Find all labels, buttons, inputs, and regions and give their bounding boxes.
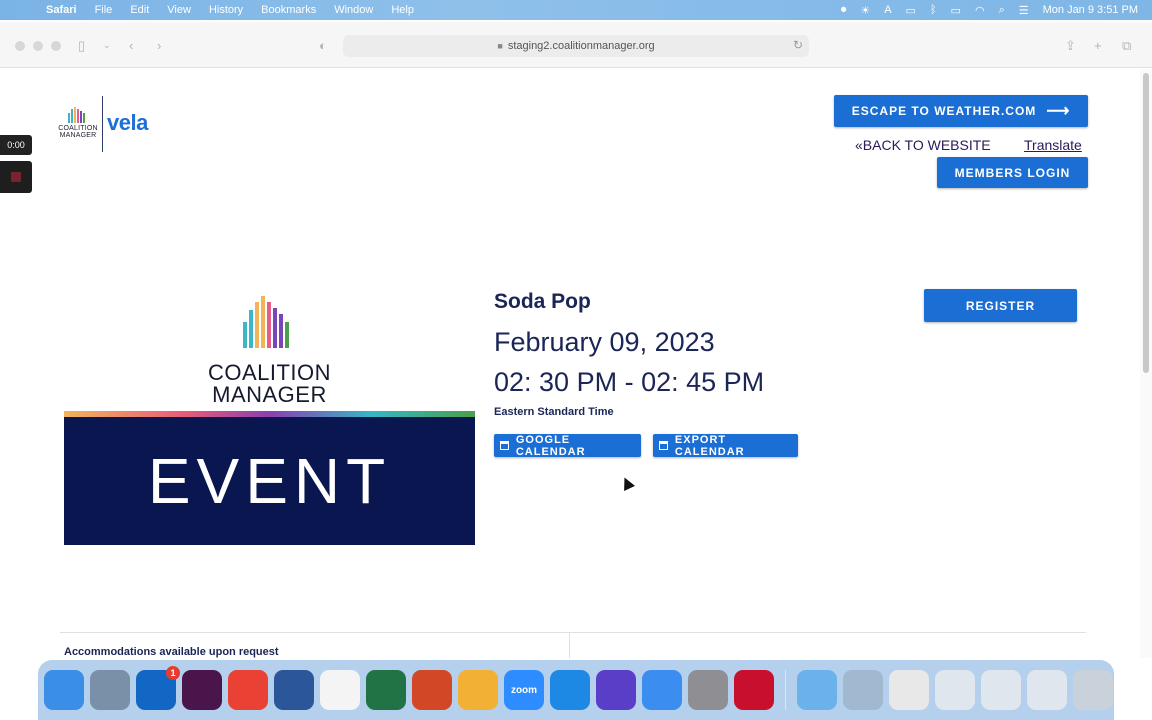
reload-icon[interactable]: ↻ xyxy=(793,38,803,52)
finder-icon[interactable] xyxy=(44,670,84,710)
launchpad-icon[interactable] xyxy=(90,670,130,710)
members-login-button[interactable]: MEMBERS LOGIN xyxy=(937,157,1088,188)
event-time: 02: 30 PM - 02: 45 PM xyxy=(494,367,765,397)
calendar-icon xyxy=(659,441,668,450)
brightness-icon[interactable]: ☀ xyxy=(860,4,870,17)
share-icon[interactable]: ⇪ xyxy=(1065,38,1076,54)
column-divider xyxy=(569,632,570,658)
accommodations-text: Accommodations available upon request xyxy=(64,646,279,658)
page-scrollbar[interactable] xyxy=(1140,69,1152,658)
zoom-icon[interactable]: zoom xyxy=(504,670,544,710)
reminders-icon[interactable] xyxy=(320,670,360,710)
battery-icon[interactable]: ▭ xyxy=(951,4,961,17)
safari-icon[interactable] xyxy=(550,670,590,710)
section-divider xyxy=(60,632,1086,633)
menu-app-name[interactable]: Safari xyxy=(46,4,77,16)
sidebar-toggle-icon[interactable]: ▯ xyxy=(78,38,85,54)
event-timezone: Eastern Standard Time xyxy=(494,406,614,418)
dock-separator xyxy=(785,670,786,710)
browser-toolbar: ▯ ⌄ ‹ › ◐ ■ staging2.coalitionmanager.or… xyxy=(0,22,1152,68)
event-date: February 09, 2023 xyxy=(494,327,715,357)
excel-icon[interactable] xyxy=(366,670,406,710)
menu-edit[interactable]: Edit xyxy=(130,4,149,16)
menu-window[interactable]: Window xyxy=(334,4,373,16)
translate-link[interactable]: Translate xyxy=(1024,137,1082,153)
word-icon[interactable] xyxy=(274,670,314,710)
zoom-label: zoom xyxy=(510,684,538,696)
scrollbar-thumb[interactable] xyxy=(1143,73,1149,373)
minimize-window-button[interactable] xyxy=(33,41,43,51)
trash-icon[interactable] xyxy=(1073,670,1113,710)
web-page: COALITION MANAGER vela ESCAPE TO WEATHER… xyxy=(0,69,1140,658)
text-input-icon[interactable]: A xyxy=(884,4,891,16)
outlook-icon[interactable]: 1 xyxy=(136,666,180,710)
event-title: Soda Pop xyxy=(494,290,591,313)
tab-overview-icon[interactable]: ⧉ xyxy=(1122,38,1131,54)
wifi-icon[interactable]: ◠ xyxy=(975,4,985,17)
window-controls xyxy=(15,41,61,51)
folder-icon[interactable] xyxy=(797,670,837,710)
logo-divider xyxy=(102,96,103,152)
dock: 1 zoom xyxy=(38,660,1114,720)
spotlight-search-icon[interactable]: ⌕ xyxy=(999,4,1005,17)
privacy-shield-icon[interactable]: ◐ xyxy=(319,38,327,53)
mouse-cursor-icon xyxy=(619,475,635,491)
gear-icon[interactable] xyxy=(688,670,728,710)
google-calendar-label: GOOGLE CALENDAR xyxy=(515,433,586,458)
back-arrow-icon[interactable]: ‹ xyxy=(129,38,133,53)
export-calendar-button[interactable]: EXPORT CALENDAR xyxy=(653,433,798,458)
control-icon[interactable]: ⏺ xyxy=(841,4,847,17)
sparkle-icon[interactable] xyxy=(596,670,636,710)
cm-logo-text: COALITION MANAGER xyxy=(58,125,98,139)
document-icon[interactable] xyxy=(889,670,929,710)
question-icon[interactable] xyxy=(843,670,883,710)
event-image-banner: EVENT xyxy=(64,417,475,545)
event-image-brand: COALITION MANAGER xyxy=(207,360,332,407)
menu-bar: Safari File Edit View History Bookmarks … xyxy=(0,0,1152,20)
bluetooth-icon[interactable]: ᛒ xyxy=(930,4,937,16)
forward-arrow-icon[interactable]: › xyxy=(157,38,161,53)
slack-icon[interactable] xyxy=(182,670,222,710)
menu-view[interactable]: View xyxy=(167,4,191,16)
photos-icon[interactable] xyxy=(458,670,498,710)
control-center-icon[interactable]: ☰ xyxy=(1019,4,1029,17)
event-image-top: COALITION MANAGER xyxy=(64,291,475,411)
escape-to-weather-button[interactable]: ESCAPE TO WEATHER.COM ⟶ xyxy=(834,95,1088,127)
menu-bookmarks[interactable]: Bookmarks xyxy=(261,4,316,16)
cm-bars-icon xyxy=(68,107,100,123)
menu-history[interactable]: History xyxy=(209,4,243,16)
mail-icon[interactable] xyxy=(642,670,682,710)
cm-bars-large-icon xyxy=(243,296,289,348)
screenshot-icon[interactable] xyxy=(935,670,975,710)
vela-logo[interactable]: vela xyxy=(107,110,148,136)
new-tab-icon[interactable]: + xyxy=(1094,38,1102,53)
calendar-icon xyxy=(500,441,509,450)
register-button[interactable]: REGISTER xyxy=(924,289,1077,322)
menu-clock[interactable]: Mon Jan 9 3:51 PM xyxy=(1043,4,1138,16)
stop-recording-button[interactable] xyxy=(0,161,32,193)
url-text: staging2.coalitionmanager.org xyxy=(507,40,655,52)
acrobat-icon[interactable] xyxy=(734,670,774,710)
zoom-window-button[interactable] xyxy=(51,41,61,51)
arrow-right-icon: ⟶ xyxy=(1046,103,1071,120)
back-to-website-link[interactable]: «BACK TO WEBSITE xyxy=(855,137,991,153)
close-window-button[interactable] xyxy=(15,41,25,51)
chrome-icon[interactable] xyxy=(228,670,268,710)
notification-badge: 1 xyxy=(166,666,180,680)
stop-icon xyxy=(11,172,21,182)
menu-help[interactable]: Help xyxy=(391,4,414,16)
screenshot-icon[interactable] xyxy=(981,670,1021,710)
menu-file[interactable]: File xyxy=(95,4,113,16)
address-bar[interactable]: ■ staging2.coalitionmanager.org ↻ xyxy=(343,35,809,57)
lock-icon: ■ xyxy=(497,41,503,51)
screenshot-icon[interactable] xyxy=(1027,670,1067,710)
display-icon[interactable]: ▭ xyxy=(906,4,916,17)
export-calendar-label: EXPORT CALENDAR xyxy=(674,433,745,458)
coalition-manager-logo[interactable]: COALITION MANAGER xyxy=(56,107,100,139)
chevron-down-icon[interactable]: ⌄ xyxy=(103,40,111,51)
escape-label: ESCAPE TO WEATHER.COM xyxy=(851,104,1037,118)
google-calendar-button[interactable]: GOOGLE CALENDAR xyxy=(494,433,641,458)
recording-timer: 0:00 xyxy=(0,135,32,155)
powerpoint-icon[interactable] xyxy=(412,670,452,710)
